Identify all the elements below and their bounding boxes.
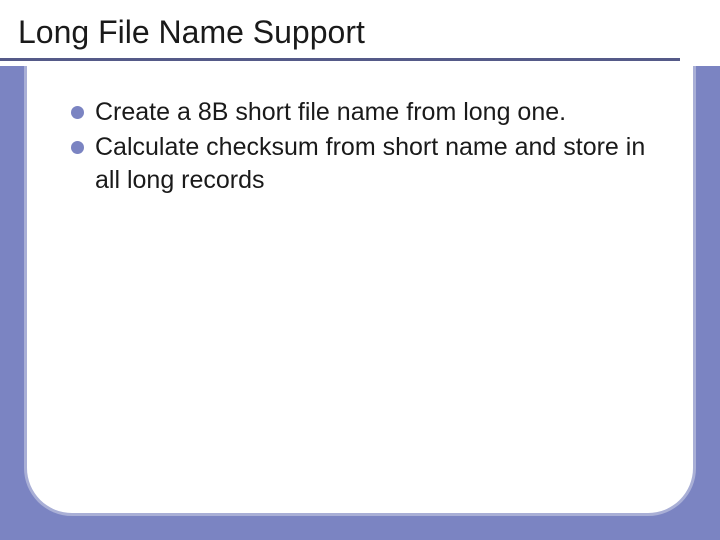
slide-title: Long File Name Support (18, 14, 720, 51)
title-underline (0, 58, 680, 61)
bullet-text: Calculate checksum from short name and s… (95, 133, 645, 194)
bullet-list: Create a 8B short file name from long on… (71, 96, 657, 197)
list-item: Calculate checksum from short name and s… (71, 131, 657, 197)
list-item: Create a 8B short file name from long on… (71, 96, 657, 129)
bullet-icon (71, 141, 84, 154)
bullet-text: Create a 8B short file name from long on… (95, 98, 566, 126)
content-card: Create a 8B short file name from long on… (24, 66, 696, 516)
title-bar: Long File Name Support (0, 0, 720, 66)
bullet-icon (71, 106, 84, 119)
